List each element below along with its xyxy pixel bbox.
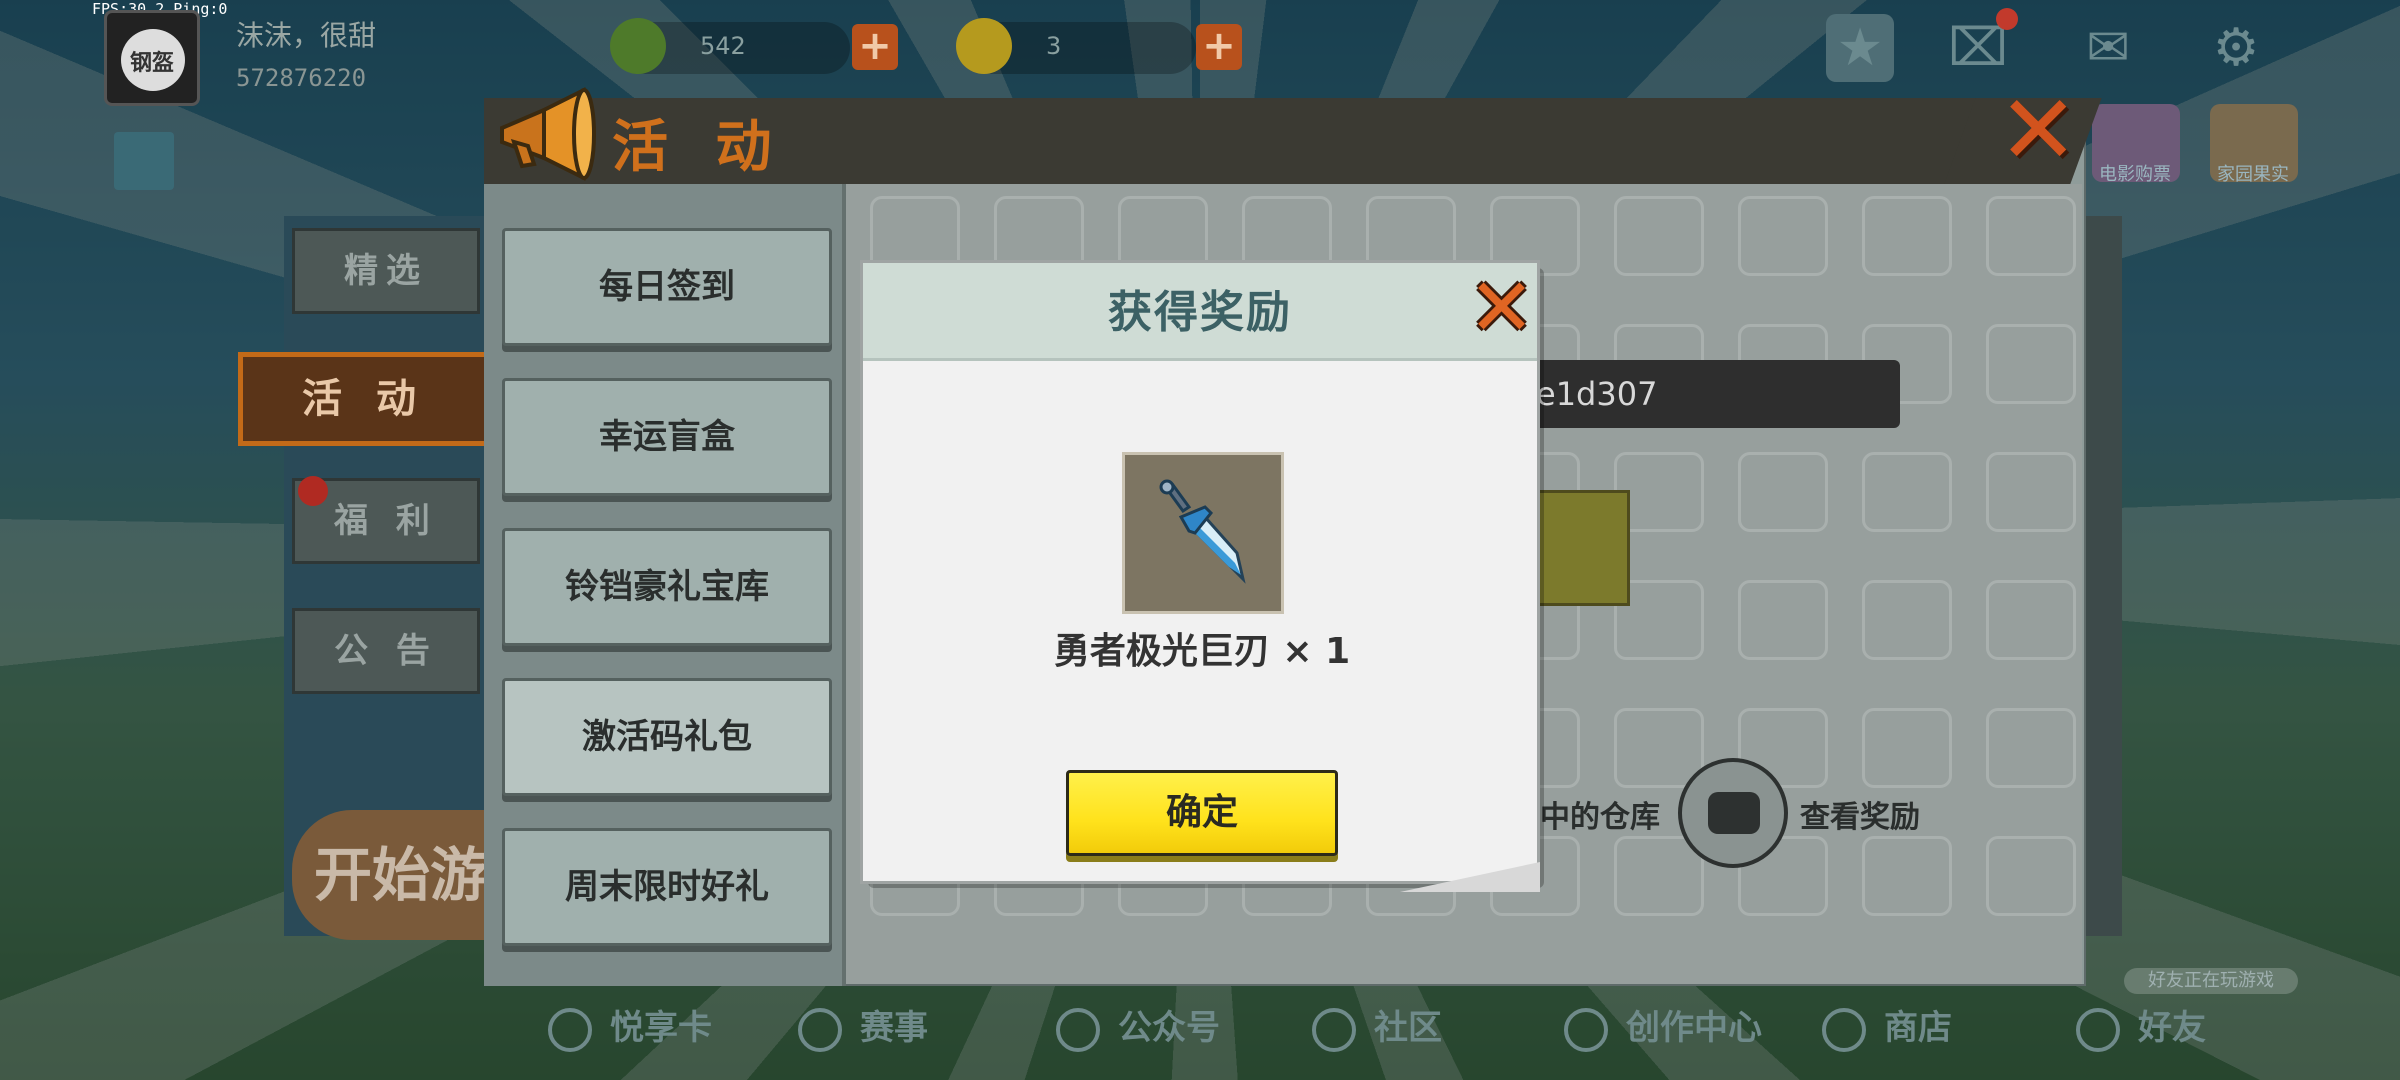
pattern-tile: [1862, 708, 1952, 788]
warehouse-text: 中的仓库: [1540, 800, 1660, 835]
gift-notification-dot: [1996, 8, 2018, 30]
megaphone-icon: [500, 87, 596, 181]
pattern-tile: [1986, 836, 2076, 916]
mail-icon[interactable]: ✉: [2074, 14, 2142, 82]
menu-daily-checkin[interactable]: 每日签到: [502, 228, 832, 346]
friends-playing-badge: 好友正在玩游戏: [2124, 968, 2298, 994]
reward-dialog-title: 获得奖励: [1108, 287, 1292, 338]
nav-featured[interactable]: 精选: [292, 228, 480, 314]
pattern-tile: [1862, 452, 1952, 532]
bottom-nav-events[interactable]: 赛事: [798, 1000, 928, 1060]
movie-tickets-label: 电影购票: [2099, 164, 2171, 185]
menu-lucky-box[interactable]: 幸运盲盒: [502, 378, 832, 496]
mini-coin-counter: 3: [956, 18, 1196, 74]
pattern-tile: [1986, 708, 2076, 788]
pattern-tile: [1862, 580, 1952, 660]
menu-weekend-gift[interactable]: 周末限时好礼: [502, 828, 832, 946]
cart-icon: [1822, 1007, 1866, 1052]
pattern-tile: [1986, 580, 2076, 660]
trophy-icon: [798, 1007, 842, 1052]
star-icon[interactable]: ★: [1826, 14, 1894, 82]
bottom-nav-joycard[interactable]: 悦享卡: [548, 1000, 712, 1060]
pattern-tile: [1862, 836, 1952, 916]
community-icon: [1312, 1007, 1356, 1052]
nav-announcements[interactable]: 公 告: [292, 608, 480, 694]
bottom-nav-friends[interactable]: 好友: [2076, 1000, 2206, 1060]
sword-icon: [1159, 479, 1246, 584]
player-id: 572876220: [236, 64, 367, 92]
star-badge-icon: [1056, 1007, 1100, 1052]
menu-bell-vault[interactable]: 铃铛豪礼宝库: [502, 528, 832, 646]
bottom-nav-creation-center[interactable]: 创作中心: [1564, 1000, 1762, 1060]
cube-icon: [1564, 1007, 1608, 1052]
confirm-button[interactable]: 确定: [1066, 770, 1338, 856]
mini-bean-counter: 542: [610, 18, 850, 74]
view-rewards-button[interactable]: [1678, 758, 1788, 868]
pattern-tile: [1986, 196, 2076, 276]
broadcast-icon[interactable]: [114, 132, 174, 190]
view-rewards-label: 查看奖励: [1800, 800, 1920, 835]
redeem-button[interactable]: [1530, 490, 1630, 606]
dialog-close-icon[interactable]: ✕: [1468, 268, 1535, 348]
mini-coin-icon: [956, 18, 1012, 74]
panel-close-icon[interactable]: ✕: [1998, 82, 2078, 178]
avatar-text: 钢盔: [129, 51, 174, 76]
gear-icon[interactable]: ⚙: [2202, 14, 2270, 82]
avatar[interactable]: 钢盔: [104, 10, 200, 106]
mini-bean-value: 542: [700, 32, 746, 60]
pattern-tile: [1738, 580, 1828, 660]
mini-coin-value: 3: [1046, 32, 1062, 60]
activation-code-input[interactable]: e1d307: [1500, 360, 1900, 428]
menu-activation-code[interactable]: 激活码礼包: [502, 678, 832, 796]
friend-icon: [2076, 1007, 2120, 1052]
bottom-nav-official-account[interactable]: 公众号: [1056, 1000, 1220, 1060]
player-name: 沫沫，很甜: [236, 19, 377, 52]
pattern-tile: [1986, 452, 2076, 532]
start-game-button[interactable]: 开始游戏: [292, 810, 492, 940]
add-mini-bean-button[interactable]: +: [852, 24, 898, 70]
home-fruit-label: 家园果实: [2217, 164, 2289, 185]
pattern-tile: [1614, 196, 1704, 276]
pattern-tile: [1738, 196, 1828, 276]
pattern-tile: [1986, 324, 2076, 404]
pattern-tile: [1862, 196, 1952, 276]
bottom-nav-shop[interactable]: 商店: [1822, 1000, 1952, 1060]
mini-bean-icon: [610, 18, 666, 74]
pig-icon: [548, 1007, 592, 1052]
pattern-tile: [1738, 452, 1828, 532]
bottom-nav-community[interactable]: 社区: [1312, 1000, 1442, 1060]
add-mini-coin-button[interactable]: +: [1196, 24, 1242, 70]
reward-item-frame: [1122, 452, 1284, 614]
right-banner-strip: [2086, 216, 2122, 936]
activity-panel-title: 活 动: [612, 115, 786, 180]
nav-activities[interactable]: 活 动: [238, 352, 490, 446]
reward-item-name: 勇者极光巨刃 × 1: [1053, 631, 1351, 672]
welfare-notification-dot: [298, 476, 328, 506]
chest-icon: [1708, 792, 1760, 834]
